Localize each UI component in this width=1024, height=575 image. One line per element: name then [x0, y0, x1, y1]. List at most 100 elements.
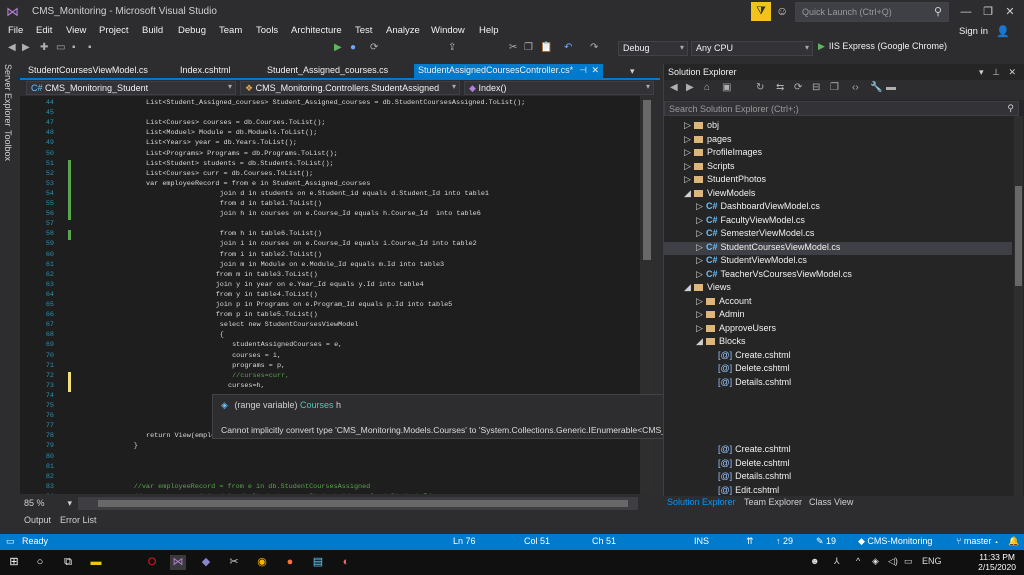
code-line[interactable]: from d in table1.ToList() — [220, 200, 322, 208]
redo-icon[interactable]: ↷ — [590, 42, 598, 53]
code-line[interactable]: join h in courses on e.Course_Id equals … — [220, 210, 481, 218]
expand-toggle-icon[interactable]: ▷ — [696, 255, 706, 266]
solution-search-input[interactable]: Search Solution Explorer (Ctrl+;) ⚲ — [664, 101, 1019, 116]
platform-dropdown[interactable]: Any CPU ▾ — [691, 41, 813, 56]
refresh-icon[interactable]: ⟳ — [370, 42, 378, 53]
tree-item[interactable]: ◢ ViewModels — [664, 188, 1012, 201]
menu-window[interactable]: Window — [431, 25, 465, 36]
code-line[interactable]: } — [134, 442, 138, 450]
code-line[interactable]: from y in table4.ToList() — [216, 291, 318, 299]
code-line[interactable]: List<Courses> curr = db.Courses.ToList()… — [146, 170, 313, 178]
solution-explorer-scrollbar[interactable] — [1014, 116, 1023, 496]
tree-item[interactable]: ▷ Account — [664, 296, 1012, 309]
copy-icon[interactable]: ❐ — [524, 42, 533, 53]
tree-item[interactable]: ▷ C# TeacherVsCoursesViewModel.cs — [664, 269, 1012, 282]
tree-item[interactable]: ▷ C# DashboardViewModel.cs — [664, 201, 1012, 214]
code-line[interactable]: { — [220, 331, 224, 339]
tab-solution-explorer[interactable]: Solution Explorer — [667, 497, 736, 507]
switch-views-icon[interactable]: ▣ — [722, 82, 731, 93]
browser-icon[interactable]: ● — [350, 42, 356, 53]
code-line[interactable]: join i in courses on e.Course_Id equals … — [220, 240, 477, 248]
notification-filter-icon[interactable]: ⧩ — [751, 2, 771, 21]
code-line[interactable]: join m in Module on e.Module_Id equals m… — [220, 261, 444, 269]
configuration-dropdown[interactable]: Debug ▾ — [618, 41, 688, 56]
menu-project[interactable]: Project — [99, 25, 129, 36]
expand-toggle-icon[interactable]: ▷ — [696, 269, 706, 280]
quick-launch-input[interactable]: Quick Launch (Ctrl+Q) ⚲ — [795, 2, 949, 22]
code-line[interactable]: join d in students on e.Student_id equal… — [220, 190, 489, 198]
refresh-icon[interactable]: ⟳ — [794, 82, 802, 93]
windows-start-icon[interactable]: ⊞ — [6, 555, 22, 570]
battery-icon[interactable]: ▭ — [904, 556, 913, 567]
sync-icon[interactable]: ⇆ — [776, 82, 784, 93]
tree-item[interactable]: ▷ C# FacultyViewModel.cs — [664, 215, 1012, 228]
tab-index-cshtml[interactable]: Index.cshtml — [176, 64, 235, 78]
code-line[interactable]: curses=h, — [228, 382, 265, 390]
collapse-all-icon[interactable]: ⊟ — [812, 82, 820, 93]
expand-toggle-icon[interactable]: ◢ — [696, 336, 706, 347]
tab-team-explorer[interactable]: Team Explorer — [744, 497, 802, 507]
visual-studio-taskbar-icon[interactable]: ⋈ — [170, 555, 186, 570]
tree-item[interactable]: ▷ C# StudentViewModel.cs — [664, 255, 1012, 268]
new-project-icon[interactable]: ✚ — [40, 42, 48, 53]
code-line[interactable]: from m in table3.ToList() — [216, 271, 318, 279]
expand-toggle-icon[interactable]: ▷ — [684, 134, 694, 145]
tree-item[interactable]: ◢ Blocks — [664, 336, 1012, 349]
tab-studentcoursesviewmodel[interactable]: StudentCoursesViewModel.cs — [24, 64, 152, 78]
tree-item[interactable]: ◢ Views — [664, 282, 1012, 295]
code-line[interactable]: List<Programs> Programs = db.Programs.To… — [146, 150, 338, 158]
back-icon[interactable]: ◀ — [670, 82, 678, 93]
menu-help[interactable]: Help — [479, 25, 499, 36]
paint-icon[interactable]: ◐ — [338, 555, 354, 570]
editor-horizontal-scrollbar[interactable] — [78, 497, 638, 510]
code-line[interactable]: join p in Programs on e.Program_Id equal… — [216, 301, 453, 309]
window-position-icon[interactable]: ▾ — [979, 67, 984, 77]
expand-toggle-icon[interactable]: ▷ — [696, 323, 706, 334]
code-line[interactable]: from i in table2.ToList() — [220, 251, 322, 259]
project-dropdown[interactable]: C# CMS_Monitoring_Student ▾ — [26, 81, 236, 95]
open-file-icon[interactable]: ▭ — [56, 42, 65, 53]
expand-toggle-icon[interactable]: ▷ — [696, 215, 706, 226]
expand-toggle-icon[interactable]: ▷ — [684, 174, 694, 185]
chrome-icon[interactable]: ◉ — [254, 555, 270, 570]
code-line[interactable]: List<Years> year = db.Years.ToList(); — [146, 139, 297, 147]
undo-icon[interactable]: ↶ — [564, 42, 572, 53]
network-icon[interactable]: ◈ — [872, 556, 879, 567]
input-language[interactable]: ENG — [922, 556, 942, 566]
tree-item[interactable]: [@] Details.cshtml — [664, 377, 1012, 390]
task-view-icon[interactable]: ⧉ — [60, 555, 76, 570]
menu-team[interactable]: Team — [219, 25, 242, 36]
menu-architecture[interactable]: Architecture — [291, 25, 342, 36]
forward-icon[interactable]: ▶ — [22, 42, 30, 53]
tree-item[interactable]: ▷ C# SemesterViewModel.cs — [664, 228, 1012, 241]
tree-item[interactable]: ▷ Admin — [664, 309, 1012, 322]
start-icon[interactable]: ▶ — [334, 42, 342, 53]
save-all-icon[interactable]: ▪ — [88, 42, 92, 53]
class-dropdown[interactable]: ❖ CMS_Monitoring.Controllers.StudentAssi… — [240, 81, 460, 95]
code-line[interactable]: from h in table6.ToList() — [220, 230, 322, 238]
expand-toggle-icon[interactable]: ◢ — [684, 282, 694, 293]
account-icon[interactable]: 👤 — [996, 25, 1010, 38]
opera-icon[interactable]: O — [144, 555, 160, 570]
scroll-thumb[interactable] — [1015, 186, 1022, 286]
menu-edit[interactable]: Edit — [36, 25, 52, 36]
tree-item[interactable]: ▷ ProfileImages — [664, 147, 1012, 160]
tree-item[interactable]: ▷ pages — [664, 134, 1012, 147]
pending-changes[interactable]: ✎ 19 — [816, 536, 836, 547]
tab-output[interactable]: Output — [24, 515, 51, 525]
expand-toggle-icon[interactable]: ▷ — [684, 147, 694, 158]
code-line[interactable]: List<Student> students = db.Students.ToL… — [146, 160, 334, 168]
code-line[interactable]: List<Courses> courses = db.Courses.ToLis… — [146, 119, 325, 127]
show-all-files-icon[interactable]: ❐ — [830, 82, 839, 93]
menu-tools[interactable]: Tools — [256, 25, 278, 36]
expand-toggle-icon[interactable]: ▷ — [696, 228, 706, 239]
code-line[interactable]: List<Moduel> Module = db.Moduels.ToList(… — [146, 129, 317, 137]
scroll-thumb[interactable] — [643, 100, 651, 260]
tree-item[interactable]: ▷ obj — [664, 120, 1012, 133]
code-line[interactable]: programs = p, — [232, 362, 285, 370]
pin-icon[interactable]: ⊣ — [579, 65, 587, 76]
properties-icon[interactable]: 🔧 — [870, 82, 882, 93]
menu-file[interactable]: File — [8, 25, 23, 36]
branch-selector[interactable]: ⑂ master ▴ — [956, 536, 999, 546]
tree-item[interactable]: ▷ C# StudentCoursesViewModel.cs — [664, 241, 1012, 255]
